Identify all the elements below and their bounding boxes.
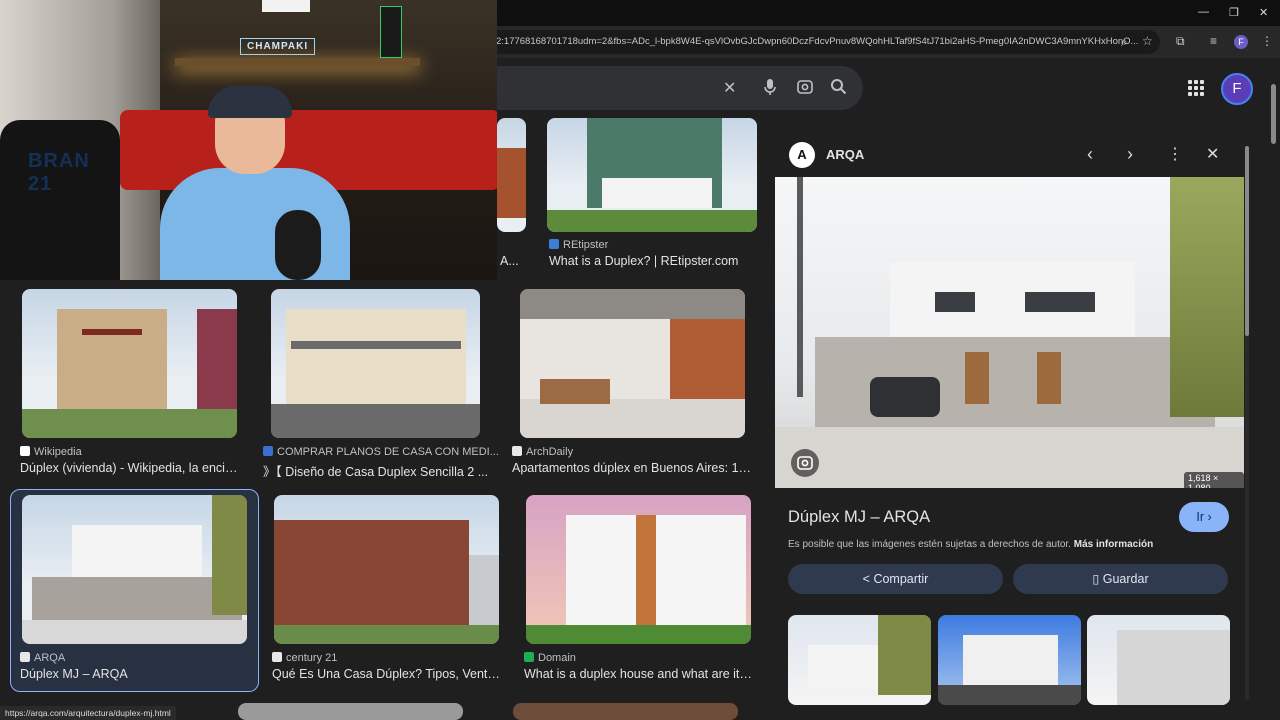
lens-search-icon[interactable] (796, 78, 814, 101)
result-source: Domain (524, 652, 576, 664)
voice-search-icon[interactable] (763, 78, 777, 101)
lens-search-image-icon[interactable] (791, 449, 819, 477)
webcam-shirt-text: BRAN 21 (28, 150, 90, 195)
visit-button[interactable]: Ir › (1179, 502, 1229, 532)
webcam-overlay: CHAMPAKI BRAN 21 (0, 0, 497, 280)
menu-kebab-icon[interactable]: ⋮ (1261, 34, 1273, 48)
result-thumb[interactable] (526, 495, 751, 644)
related-image[interactable] (938, 615, 1081, 705)
favicon-icon (549, 239, 559, 249)
share-icon: < (862, 572, 870, 586)
result-thumb[interactable] (547, 118, 757, 232)
zoom-icon[interactable]: ⌕ (1121, 35, 1128, 50)
result-thumb[interactable] (520, 289, 745, 438)
result-title[interactable]: Dúplex (vivienda) - Wikipedia, la encicl… (20, 461, 240, 475)
result-title[interactable]: Dúplex MJ – ARQA (20, 667, 250, 681)
result-source: REtipster (549, 239, 608, 251)
minimize-icon[interactable]: — (1198, 6, 1209, 18)
webcam-shelf (175, 58, 420, 66)
panel-source-name[interactable]: ARQA (826, 147, 864, 162)
result-title[interactable]: What is a Duplex? | REtipster.com (549, 254, 759, 268)
result-title[interactable]: A... (500, 254, 524, 268)
webcam-chair (0, 120, 120, 280)
result-title[interactable]: Qué Es Una Casa Dúplex? Tipos, Ventaj... (272, 667, 504, 681)
result-thumb[interactable] (274, 495, 499, 644)
source-logo-icon: A (789, 142, 815, 168)
result-thumb[interactable] (513, 703, 738, 720)
share-button[interactable]: < Compartir (788, 564, 1003, 594)
webcam-microphone (275, 210, 321, 280)
account-avatar[interactable]: F (1221, 73, 1253, 105)
favicon-icon (524, 652, 534, 662)
webcam-shirt (160, 168, 350, 280)
favicon-icon (20, 446, 30, 456)
copyright-notice: Es posible que las imágenes estén sujeta… (788, 539, 1154, 550)
result-thumb-partial[interactable] (497, 118, 526, 232)
search-box[interactable]: ✕ (470, 66, 863, 110)
search-icon[interactable] (830, 78, 847, 100)
image-dimensions: 1,618 × 1,080 (1184, 472, 1244, 488)
address-bar[interactable]: 2:17768168701718udm=2&fbs=ADc_l-bpk8W4E-… (470, 30, 1160, 54)
favicon-icon (263, 446, 273, 456)
clear-search-icon[interactable]: ✕ (723, 78, 736, 98)
restore-icon[interactable]: ❐ (1229, 6, 1239, 19)
result-title[interactable]: 》【 Diseño de Casa Duplex Sencilla 2 ... (263, 461, 495, 480)
webcam-cap (208, 86, 292, 118)
bookmark-icon: ▯ (1092, 572, 1100, 586)
profile-icon[interactable]: F (1234, 35, 1248, 49)
google-apps-icon[interactable] (1188, 80, 1204, 96)
preview-image[interactable]: 1,618 × 1,080 (775, 177, 1244, 488)
extensions-icon[interactable]: ⧉ (1176, 34, 1185, 49)
result-source: century 21 (272, 652, 337, 664)
result-source: ArchDaily (512, 446, 573, 458)
result-title[interactable]: What is a duplex house and what are its … (524, 667, 756, 681)
result-thumb[interactable] (271, 289, 480, 438)
result-source: ARQA (20, 652, 65, 664)
result-source: Wikipedia (20, 446, 82, 458)
close-window-icon[interactable]: ✕ (1259, 6, 1268, 19)
more-options-icon[interactable]: ⋮ (1167, 144, 1183, 164)
related-image[interactable] (1087, 615, 1230, 705)
related-image[interactable] (788, 615, 931, 705)
favicon-icon (272, 652, 282, 662)
webcam-can (380, 6, 402, 58)
result-source: COMPRAR PLANOS DE CASA CON MEDI... (263, 446, 499, 458)
more-info-link[interactable]: Más información (1074, 539, 1153, 550)
panel-scrollbar[interactable] (1245, 146, 1249, 700)
webcam-person (160, 86, 360, 280)
webcam-neon-sign: CHAMPAKI (240, 38, 316, 55)
status-bar-url: https://arqa.com/arquitectura/duplex-mj.… (0, 706, 176, 720)
result-thumb[interactable] (238, 703, 463, 720)
webcam-ac-unit (262, 0, 310, 12)
result-thumb[interactable] (22, 289, 237, 438)
next-image-icon[interactable]: › (1127, 144, 1133, 165)
previous-image-icon[interactable]: ‹ (1087, 144, 1093, 165)
save-button[interactable]: ▯ Guardar (1013, 564, 1228, 594)
result-title[interactable]: Apartamentos dúplex en Buenos Aires: 15 … (512, 461, 757, 475)
image-preview-panel: A ARQA ‹ › ⋮ ✕ 1,618 × 1,080 Dúplex MJ –… (775, 130, 1245, 720)
page-scrollbar-thumb[interactable] (1271, 84, 1276, 144)
panel-title[interactable]: Dúplex MJ – ARQA (788, 508, 930, 527)
media-controls-icon[interactable]: ≡ (1210, 34, 1217, 48)
close-panel-icon[interactable]: ✕ (1206, 144, 1219, 164)
result-thumb-selected[interactable] (22, 495, 247, 644)
favicon-icon (20, 652, 30, 662)
bookmark-star-icon[interactable]: ☆ (1142, 34, 1153, 48)
favicon-icon (512, 446, 522, 456)
url-text: 2:17768168701718udm=2&fbs=ADc_l-bpk8W4E-… (496, 36, 1139, 47)
